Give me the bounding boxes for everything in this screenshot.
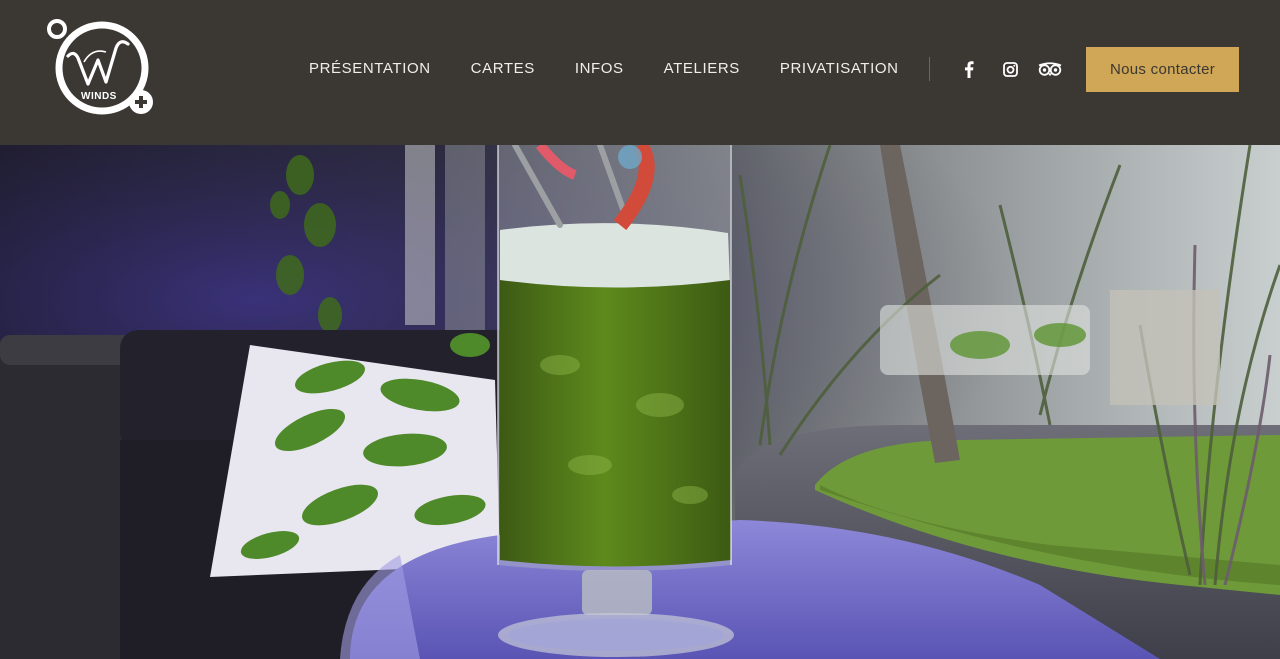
site-header: WINDS PRÉSENTATION CARTES INFOS ATELIERS… xyxy=(0,0,1280,145)
logo-wordmark: WINDS xyxy=(81,91,117,102)
logo-mark: WINDS xyxy=(47,19,153,115)
header-divider xyxy=(929,57,930,81)
facebook-icon[interactable] xyxy=(956,58,982,80)
nav-item-ateliers[interactable]: ATELIERS xyxy=(664,60,740,77)
hero-photo xyxy=(0,145,1280,659)
main-nav: PRÉSENTATION CARTES INFOS ATELIERS PRIVA… xyxy=(309,58,899,78)
nav-item-cartes[interactable]: CARTES xyxy=(471,60,535,77)
hero-image xyxy=(0,145,1280,659)
nav-item-presentation[interactable]: PRÉSENTATION xyxy=(309,60,431,77)
contact-button[interactable]: Nous contacter xyxy=(1086,47,1239,92)
nav-item-privatisation[interactable]: PRIVATISATION xyxy=(780,60,899,77)
winds-logo[interactable]: WINDS xyxy=(46,18,158,120)
nav-item-infos[interactable]: INFOS xyxy=(575,60,624,77)
tripadvisor-icon[interactable] xyxy=(1036,58,1064,80)
instagram-icon[interactable] xyxy=(997,58,1023,80)
